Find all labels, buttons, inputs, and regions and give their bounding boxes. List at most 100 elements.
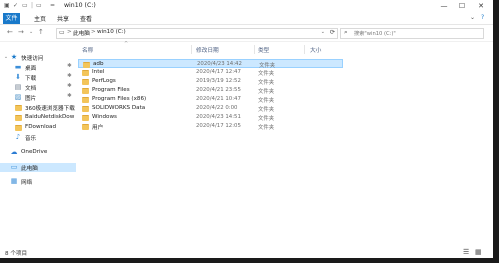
sidebar-item-label: 此电脑 — [21, 166, 38, 172]
folder-icon — [82, 97, 89, 103]
recent-locations-button[interactable]: ⌄ — [29, 29, 33, 35]
document-icon: ▤ — [14, 83, 22, 91]
new-folder-icon[interactable]: ▭ — [22, 2, 28, 9]
explorer-window: ▣ ✓ ▭ | ▭ = win10 (C:) — ☐ ✕ 文件 主页 共享 查看… — [0, 0, 493, 258]
minimize-button[interactable]: — — [438, 1, 450, 11]
customize-toolbar-icon[interactable]: = — [50, 2, 55, 9]
address-dropdown-icon[interactable]: ⌄ — [321, 29, 325, 35]
pc-icon: ▭ — [10, 163, 18, 171]
tab-share[interactable]: 共享 — [57, 14, 69, 23]
sidebar-item-music[interactable]: ♪ 音乐 — [0, 133, 76, 142]
sidebar-item-label: FDownload — [25, 124, 57, 130]
sidebar-item-pictures[interactable]: ▨ 图片 ✱ — [0, 93, 76, 102]
up-button[interactable]: ↑ — [38, 28, 44, 36]
file-date: 2020/4/21 10:47 — [196, 96, 241, 102]
pin-icon: ✱ — [67, 93, 72, 99]
sidebar-item-label: 下载 — [25, 76, 37, 82]
sidebar-item-label: 360极速浏览器下载 — [25, 106, 75, 112]
properties-icon[interactable]: ✓ — [13, 2, 18, 9]
file-name: 用户 — [92, 125, 104, 131]
help-icon[interactable]: ? — [481, 14, 484, 21]
sidebar-item-fdownload[interactable]: FDownload — [0, 123, 76, 132]
title-bar: ▣ ✓ ▭ | ▭ = win10 (C:) — ☐ ✕ — [0, 0, 493, 13]
refresh-icon[interactable]: ⟳ — [330, 28, 335, 36]
picture-icon: ▨ — [14, 93, 22, 101]
navigation-bar: ← → ⌄ ↑ ▭ > 此电脑 > win10 (C:) ⌄ ⟳ ⌕ 搜索"wi… — [0, 25, 493, 42]
close-button[interactable]: ✕ — [475, 1, 487, 11]
table-row[interactable]: SOLIDWORKS Data 2020/4/22 0:00 文件夹 — [78, 104, 343, 113]
folder-icon — [15, 105, 22, 111]
table-row[interactable]: Windows 2020/4/23 14:51 文件夹 — [78, 113, 343, 122]
sidebar-item-this-pc[interactable]: ▭ 此电脑 — [0, 163, 76, 172]
screen-background — [0, 258, 499, 263]
expand-ribbon-icon[interactable]: ⌄ — [470, 14, 475, 21]
column-header-name[interactable]: 名称 — [82, 45, 93, 54]
breadcrumb-drive[interactable]: win10 (C:) — [97, 29, 126, 35]
chevron-down-icon[interactable]: ⌄ — [2, 53, 10, 61]
column-divider[interactable] — [191, 45, 192, 54]
file-name: Windows — [92, 114, 117, 120]
file-name: Intel — [92, 69, 105, 75]
file-name: PerfLogs — [92, 78, 116, 84]
search-box[interactable]: ⌕ 搜索"win10 (C:)" — [340, 28, 484, 39]
breadcrumb-this-pc[interactable]: 此电脑 — [73, 29, 90, 37]
tab-home[interactable]: 主页 — [34, 14, 46, 23]
file-type: 文件夹 — [258, 98, 275, 104]
folder-icon — [82, 88, 89, 94]
address-bar[interactable]: ▭ > 此电脑 > win10 (C:) ⌄ ⟳ — [56, 28, 338, 39]
pc-icon: ▭ — [59, 29, 65, 36]
table-row[interactable]: Program Files 2020/4/21 23:55 文件夹 — [78, 86, 343, 95]
table-row[interactable]: Program Files (x86) 2020/4/21 10:47 文件夹 — [78, 95, 343, 104]
column-divider[interactable] — [254, 45, 255, 54]
column-header-date[interactable]: 修改日期 — [196, 45, 219, 54]
sidebar-item-quick-access[interactable]: ⌄ ★ 快速访问 — [0, 53, 76, 62]
folder-icon — [82, 79, 89, 85]
column-header-type[interactable]: 类型 — [258, 45, 269, 54]
status-bar: 8 个项目 ☰ ▦ — [0, 247, 493, 258]
sidebar-item-onedrive[interactable]: ☁ OneDrive — [0, 148, 76, 157]
folder-icon — [82, 115, 89, 121]
sidebar-item-network[interactable]: ▦ 网络 — [0, 177, 76, 186]
tab-view[interactable]: 查看 — [80, 14, 92, 23]
save-icon[interactable]: ▣ — [4, 2, 10, 9]
column-header-size[interactable]: 大小 — [310, 45, 321, 54]
file-type: 文件夹 — [258, 125, 275, 131]
search-icon: ⌕ — [344, 28, 348, 36]
sidebar-item-baidunetdisk[interactable]: BaiduNetdiskDow — [0, 113, 76, 122]
large-icons-view-icon[interactable]: ▦ — [475, 248, 482, 256]
forward-button[interactable]: → — [18, 28, 24, 36]
folder-icon — [15, 125, 22, 131]
search-placeholder: 搜索"win10 (C:)" — [354, 31, 396, 37]
table-row[interactable]: 用户 2020/4/17 12:05 文件夹 — [78, 122, 343, 131]
sort-arrow-icon: ^ — [124, 41, 129, 47]
sidebar-item-label: 文档 — [25, 86, 37, 92]
pin-icon: ✱ — [67, 73, 72, 79]
sidebar-item-desktop[interactable]: ▬ 桌面 ✱ — [0, 63, 76, 72]
sidebar-item-360-downloads[interactable]: 360极速浏览器下载 — [0, 103, 76, 112]
sidebar-item-documents[interactable]: ▤ 文档 ✱ — [0, 83, 76, 92]
file-type: 文件夹 — [258, 80, 275, 86]
folder-icon — [15, 115, 22, 121]
table-row[interactable]: Intel 2020/4/17 12:47 文件夹 — [78, 68, 343, 77]
file-date: 2020/4/21 23:55 — [196, 87, 241, 93]
breadcrumb-separator: > — [91, 29, 96, 35]
maximize-button[interactable]: ☐ — [456, 1, 468, 11]
tab-file[interactable]: 文件 — [3, 13, 20, 24]
folder-icon — [82, 124, 89, 130]
sidebar-item-downloads[interactable]: ⬇ 下载 ✱ — [0, 73, 76, 82]
table-row[interactable]: adb 2020/4/23 14:42 文件夹 — [78, 59, 343, 69]
back-button[interactable]: ← — [7, 28, 13, 36]
file-date: 2020/4/17 12:05 — [196, 123, 241, 129]
file-name: Program Files — [92, 87, 130, 93]
sidebar-item-label: BaiduNetdiskDow — [25, 114, 75, 120]
table-row[interactable]: PerfLogs 2019/3/19 12:52 文件夹 — [78, 77, 343, 86]
details-view-icon[interactable]: ☰ — [463, 248, 469, 256]
sidebar-item-label: 快速访问 — [21, 56, 44, 62]
sidebar-item-label: 桌面 — [25, 66, 37, 72]
network-icon: ▦ — [10, 177, 18, 185]
file-type: 文件夹 — [258, 71, 275, 77]
music-icon: ♪ — [15, 133, 21, 141]
sidebar-item-label: 音乐 — [25, 136, 37, 142]
column-divider[interactable] — [304, 45, 305, 54]
screen-background — [493, 0, 499, 263]
